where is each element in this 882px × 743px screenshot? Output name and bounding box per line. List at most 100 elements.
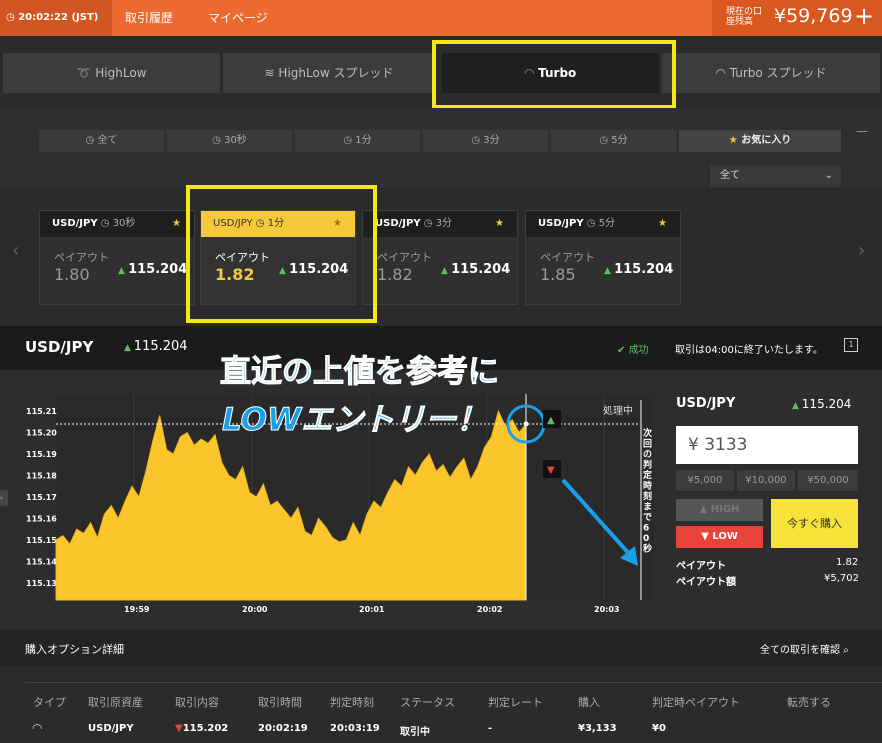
payout-value: 1.82 [215,265,255,284]
y-axis: 115.21 115.20 115.19 115.18 115.17 115.16 115.… [26,407,57,588]
chevron-left-icon[interactable]: ‹ [12,240,19,261]
card-header: USD/JPY ◷ 3分 ★ [363,211,517,237]
down-arrow-icon: ▼ [701,531,713,542]
balance-label: 現在の口座残高 [726,7,763,27]
asset-card-1m[interactable]: USD/JPY ◷ 1分 ★ ペイアウト 1.82 ▲ 115.204 [200,210,356,305]
check-icon: ✔ [617,345,629,356]
tab-turbo-spread[interactable]: ◠ Turbo スプレッド [662,53,880,93]
card-pair: USD/JPY [213,218,253,229]
filter-30s[interactable]: ◷ 30秒 [167,130,292,152]
nav-history[interactable]: 取引履歴 [125,0,173,36]
asset-card-5m[interactable]: USD/JPY ◷ 5分 ★ ペイアウト 1.85 ▲ 115.204 [525,210,681,305]
amount-input[interactable]: ¥ 3133 [676,426,858,464]
countdown-char: 0 [643,534,649,544]
card-pair: USD/JPY [52,218,98,229]
search-icon: ⌕ [843,645,849,656]
up-arrow-icon: ▲ [792,401,802,411]
status-text: 成功 [628,345,649,356]
payout-value: 1.80 [54,265,90,284]
tab-highlow[interactable]: ➰ HighLow [3,53,220,93]
y-tick-label: 115.19 [26,450,57,459]
help-icon[interactable]: 1 [844,338,858,352]
filter-3m[interactable]: ◷ 3分 [423,130,548,152]
star-icon[interactable]: ★ [658,211,667,237]
filter-favorites[interactable]: ★ お気に入り [679,130,841,152]
y-tick-label: 115.13 [26,579,57,588]
quick-50000[interactable]: ¥50,000 [798,470,858,491]
details-header [0,630,882,666]
payout-value: 1.82 [377,265,413,284]
col-type: タイプ [33,696,66,709]
high-button[interactable]: ▲ HIGH [676,499,763,521]
turbo-gauge-icon: ◠ [32,721,43,735]
buy-now-button[interactable]: 今すぐ購入 [771,499,858,548]
card-period: 1分 [267,218,285,229]
row-time: 20:02:19 [258,723,308,734]
down-arrow-icon: ▼ [175,723,183,734]
filter-1m[interactable]: ◷ 1分 [295,130,420,152]
star-icon[interactable]: ★ [172,211,181,237]
highlow-spread-icon: ≋ [264,66,279,80]
star-icon[interactable]: ★ [495,211,504,237]
add-funds-icon[interactable]: + [854,2,874,30]
asset-card-30s[interactable]: USD/JPY ◷ 30秒 ★ ペイアウト 1.80 ▲ 115.204 [39,210,195,305]
filter-1m-label: 1分 [355,135,372,146]
col-status: ステータス [400,696,455,709]
turbo-spread-icon: ◠ [715,66,730,80]
tab-highlow-spread-label: HighLow スプレッド [278,66,394,80]
card-period: 5分 [598,218,616,229]
col-purchase: 購入 [578,696,600,709]
clock-icon: ◷ [100,218,110,229]
chart-expand-icon[interactable]: › [0,490,8,506]
x-axis: 19:59 20:00 20:01 20:02 20:03 [124,605,619,614]
clock-icon: ◷ [6,12,19,23]
quick-10000[interactable]: ¥10,000 [737,470,795,491]
collapse-icon[interactable]: — [856,124,868,138]
countdown-char: 定 [642,469,653,481]
chevron-right-icon[interactable]: › [858,240,865,261]
nav-mypage[interactable]: マイページ [208,0,268,36]
row-payout: ¥0 [652,723,666,734]
highlow-icon: ➰ [76,66,96,80]
y-tick-label: 115.18 [26,472,57,481]
up-arrow-icon: ▲ [279,266,290,276]
countdown-char: 回 [643,439,652,450]
card-rate-value: 115.204 [451,262,511,277]
payout-label: ペイアウト [540,251,595,264]
countdown-char: 6 [643,524,649,534]
divider [25,682,882,683]
asset-select-value: 全て [720,170,740,181]
asset-card-3m[interactable]: USD/JPY ◷ 3分 ★ ペイアウト 1.82 ▲ 115.204 [362,210,518,305]
filter-all-label: 全て [97,135,118,146]
card-rate: ▲ 115.204 [441,262,510,277]
x-tick-label: 20:03 [594,605,619,614]
low-button[interactable]: ▼ LOW [676,526,763,548]
high-label: HIGH [710,504,740,515]
y-tick-label: 115.20 [26,429,57,438]
server-time: 20:02:22 (JST) [18,12,99,23]
asset-select[interactable]: 全て ⌄ [710,165,841,187]
col-payout: 判定時ペイアウト [652,696,740,709]
card-header: USD/JPY ◷ 1分 ★ [201,211,355,237]
quick-5000[interactable]: ¥5,000 [676,470,734,491]
clock: ◷ 20:02:22 (JST) [0,0,112,36]
payout-label: ペイアウト [54,251,109,264]
low-marker-icon: ▼ [547,465,555,476]
y-tick-label: 115.21 [26,407,57,416]
tab-turbo[interactable]: ◠ Turbo [442,53,659,93]
chart-area: 115.21 115.20 115.19 115.18 115.17 115.16 115.… [0,354,882,630]
balance-box: 現在の口座残高 ¥59,769 + [712,0,882,36]
filter-5m[interactable]: ◷ 5分 [551,130,676,152]
card-rate-value: 115.204 [128,262,188,277]
tab-highlow-spread[interactable]: ≋ HighLow スプレッド [223,53,435,93]
countdown-char: で [643,512,652,523]
payout-amount-label: ペイアウト額 [676,577,736,588]
up-arrow-icon: ▲ [441,266,452,276]
all-trades-link[interactable]: 全ての取引を確認 ⌕ [760,641,849,656]
payout-label: ペイアウト [676,561,726,572]
annotation-line2: LOWエントリー！ [221,402,488,439]
filter-all[interactable]: ◷ 全て [39,130,164,152]
card-rate-value: 115.204 [289,262,349,277]
star-icon[interactable]: ★ [333,211,342,237]
payout-label: ペイアウト [215,251,270,264]
